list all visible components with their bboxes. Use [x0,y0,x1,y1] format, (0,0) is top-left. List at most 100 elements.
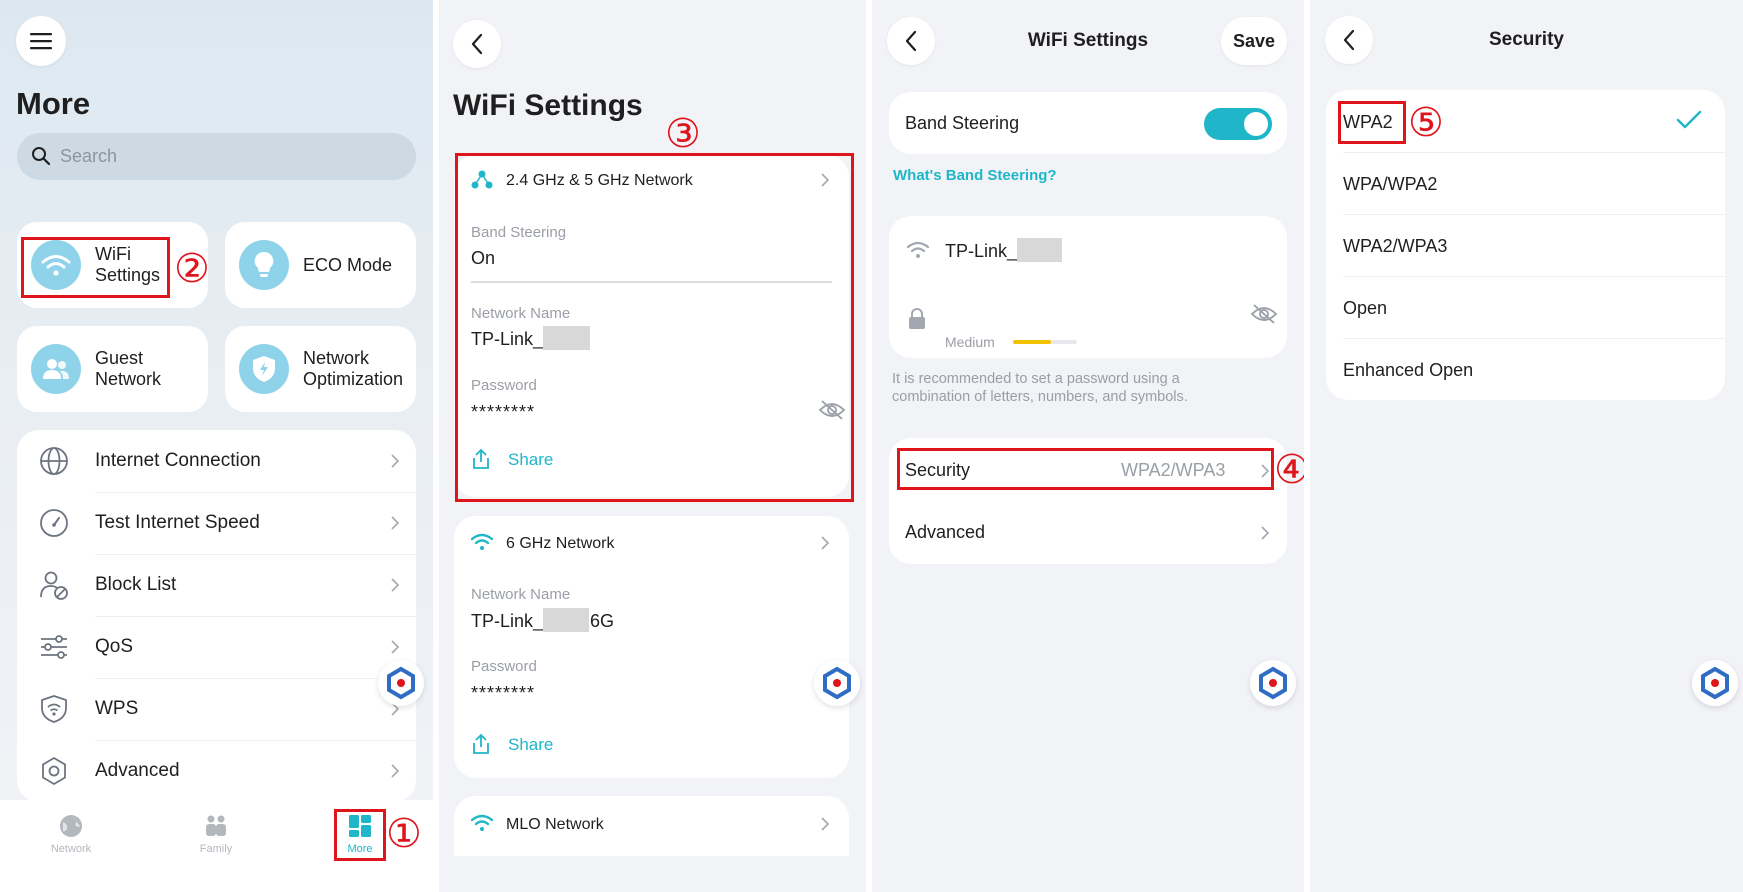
list-item-block-list[interactable]: Block List [17,554,416,616]
eye-off-icon[interactable] [819,400,845,420]
hexagon-logo-icon [1259,666,1287,700]
hexagon-logo-icon [823,666,851,700]
hexagon-logo-icon [387,666,415,700]
mesh-icon [471,170,493,189]
option-wpa2-wpa3[interactable]: WPA2/WPA3 [1326,214,1725,276]
globe-icon [40,447,68,475]
chevron-right-icon [821,536,830,550]
security-row[interactable]: Security WPA2/WPA3 [889,438,1287,500]
list-item-internet-connection[interactable]: Internet Connection [17,430,416,492]
screenshot-stage: More Search WiFi Settings ECO Mode Guest… [0,0,1743,892]
list-item-wps[interactable]: WPS [17,678,416,740]
list-item-label: Internet Connection [95,450,261,471]
tab-family[interactable]: Family [176,810,256,860]
bulb-icon [239,240,289,290]
password-value: ******** [471,402,536,422]
list-item-test-internet-speed[interactable]: Test Internet Speed [17,492,416,554]
security-value: WPA2/WPA3 [1121,460,1226,480]
assistant-fab[interactable] [378,660,424,706]
sliders-icon [41,635,67,659]
share-icon [473,448,489,469]
shield-icon [239,344,289,394]
list-item-advanced[interactable]: Advanced [17,740,416,802]
tile-network-optimization[interactable]: Network Optimization [225,326,416,412]
checkmark-icon [1676,110,1702,129]
settings-list: Internet Connection Test Internet Speed [17,430,416,802]
network-header-mlo[interactable]: MLO Network [454,796,849,846]
family-icon [206,815,226,836]
option-open[interactable]: Open [1326,276,1725,338]
list-item-label: Test Internet Speed [95,512,260,533]
share-label: Share [508,735,554,754]
band-steering-label: Band Steering [905,113,1020,133]
search-input[interactable]: Search [17,133,416,180]
back-arrow-icon [471,33,483,55]
chevron-right-icon [391,764,400,778]
option-label: WPA2 [1343,112,1393,132]
grid-icon [349,815,371,837]
assistant-fab[interactable] [1692,660,1738,706]
step-number: ⑤ [1408,100,1444,146]
band-steering-toggle[interactable] [1204,108,1272,140]
share-button[interactable]: Share [471,445,591,475]
assistant-fab[interactable] [1250,660,1296,706]
security-label: Security [905,460,971,480]
band-steering-help-link[interactable]: What's Band Steering? [893,167,1057,184]
ssid-input[interactable]: TP-Link_ [945,241,1017,262]
chevron-right-icon [391,516,400,530]
eye-off-icon[interactable] [1251,304,1277,324]
chevron-right-icon [821,817,830,831]
globe-tab-icon [60,815,82,837]
tab-label: Family [199,843,233,855]
menu-button[interactable] [16,16,66,66]
assistant-fab[interactable] [814,660,860,706]
redacted-block [1017,238,1062,262]
share-button[interactable]: Share [471,730,591,760]
band-steering-value: On [471,248,496,268]
search-icon [32,147,51,166]
security-options-card: WPA2 WPA/WPA2 WPA2/WPA3 Open Enhanced Op… [1326,90,1725,400]
save-button[interactable]: Save [1221,17,1287,65]
redacted-block [543,608,589,632]
option-label: WPA/WPA2 [1343,174,1438,194]
chevron-right-icon [391,578,400,592]
hexagon-gear-icon [42,756,66,786]
credentials-card: TP-Link_ Medium [889,216,1287,358]
password-hint: It is recommended to set a password usin… [892,371,1188,405]
network-header-6g[interactable]: 6 GHz Network [454,516,849,566]
tile-guest-network[interactable]: Guest Network [17,326,208,412]
page-title: Security [1489,29,1564,50]
advanced-label: Advanced [905,522,986,542]
tab-network[interactable]: Network [31,810,111,860]
tile-label: Guest Network [95,348,162,389]
tile-eco-mode[interactable]: ECO Mode [225,222,416,308]
option-wpa-wpa2[interactable]: WPA/WPA2 [1326,152,1725,214]
list-item-qos[interactable]: QoS [17,616,416,678]
option-label: WPA2/WPA3 [1343,236,1448,256]
advanced-row[interactable]: Advanced [889,500,1287,562]
option-enhanced-open[interactable]: Enhanced Open [1326,338,1725,400]
wifi-settings-screen: WiFi Settings 2.4 GHz & 5 GHz Network Ba… [439,0,866,892]
step-number: ④ [1274,447,1304,493]
chevron-right-icon [1261,464,1270,478]
field-label: Band Steering [471,224,567,241]
bottom-spacer [439,856,866,892]
tab-label: Network [50,843,92,855]
security-advanced-card: Security WPA2/WPA3 Advanced [889,438,1287,564]
option-wpa2[interactable]: WPA2 [1326,90,1725,152]
tile-label: WiFi Settings [95,244,161,285]
share-label: Share [508,450,554,469]
list-item-label: Block List [95,574,177,595]
field-label: Network Name [471,586,571,603]
back-button[interactable] [453,20,501,68]
wps-shield-icon [41,695,67,723]
tab-more[interactable]: More [334,810,386,860]
network-card-6g: 6 GHz Network Network Name TP-Link_ 6G P… [454,516,849,778]
password-strength-fill [1013,340,1052,344]
network-header-2g5g[interactable]: 2.4 GHz & 5 GHz Network [454,155,849,205]
password-strength-bar [1013,340,1077,344]
wifi-icon [471,533,493,550]
chevron-right-icon [1261,526,1270,540]
password-strength-label: Medium [945,334,995,350]
tab-bar: Network Family More [0,800,433,892]
